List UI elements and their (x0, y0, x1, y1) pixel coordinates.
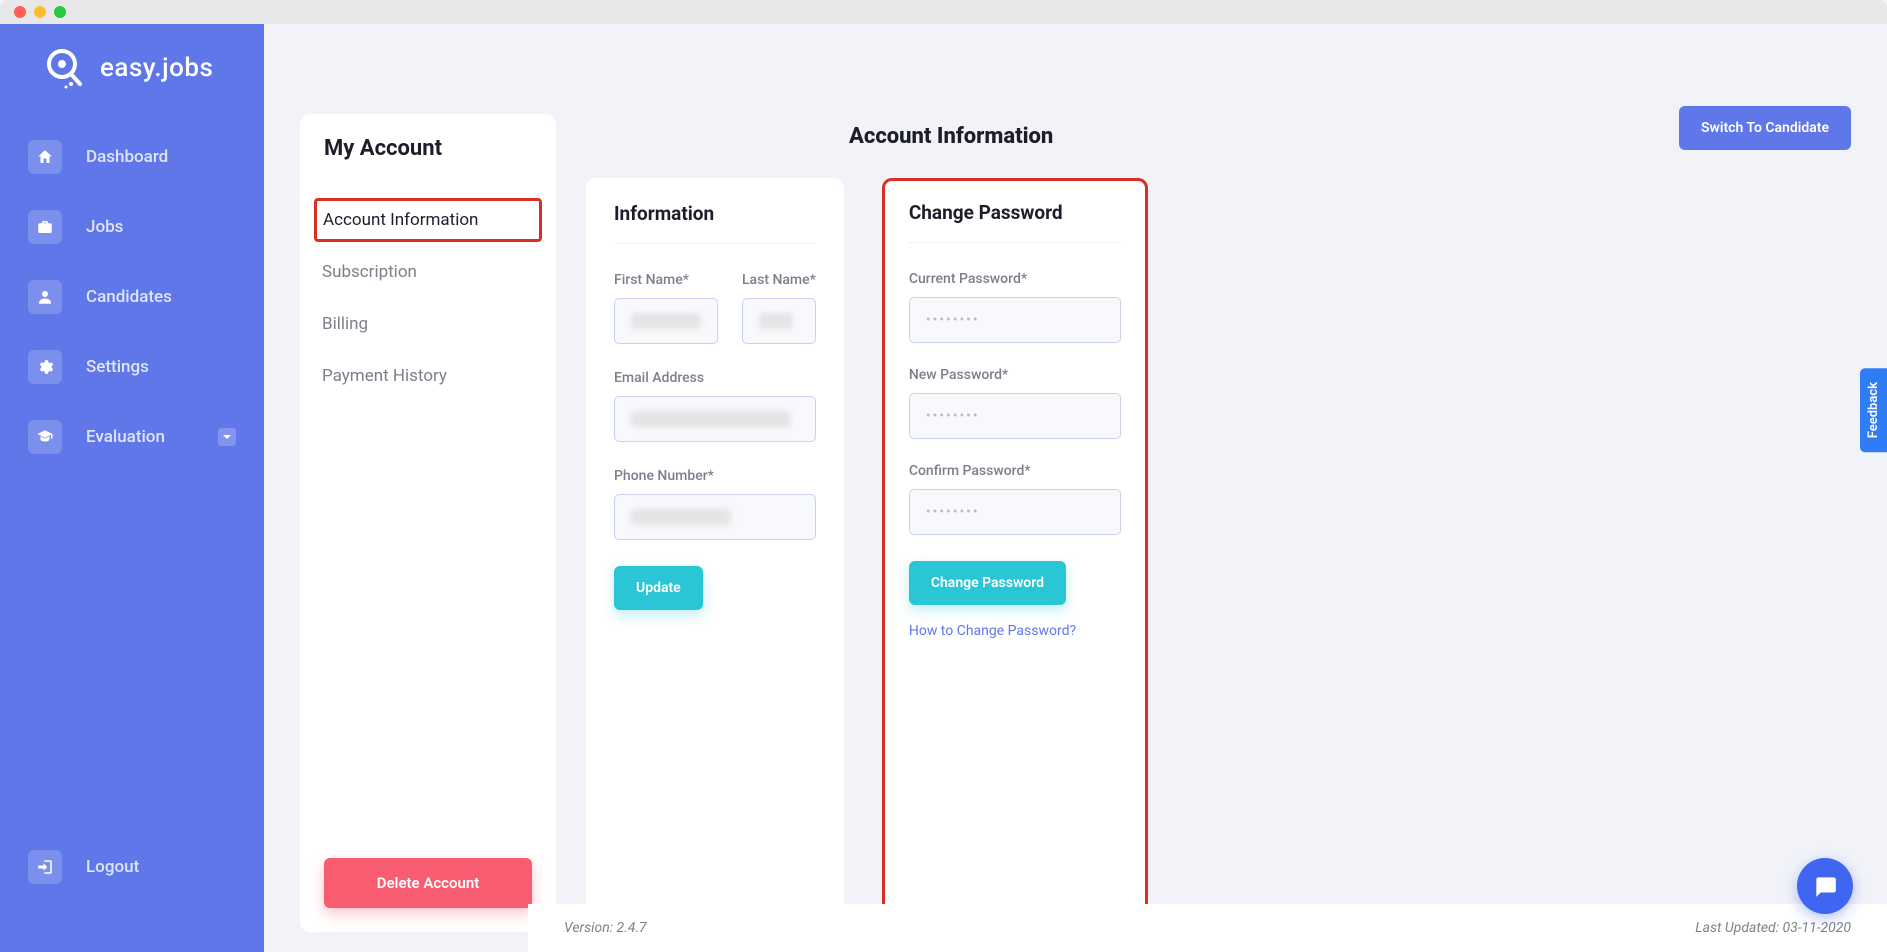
new-password-label: New Password* (909, 367, 1121, 383)
last-name-field[interactable] (742, 298, 816, 344)
how-to-change-password-link[interactable]: How to Change Password? (909, 623, 1076, 639)
first-name-field[interactable] (614, 298, 718, 344)
sidebar-item-evaluation[interactable]: Evaluation (18, 402, 246, 472)
subnav-item-billing[interactable]: Billing (314, 302, 542, 346)
sidebar-item-label: Jobs (86, 217, 123, 237)
chevron-down-icon (218, 428, 236, 446)
delete-account-button[interactable]: Delete Account (324, 858, 532, 908)
information-card: Information First Name* Last Name* (586, 178, 844, 932)
version-text: Version: 2.4.7 (564, 920, 647, 936)
current-password-field[interactable] (909, 297, 1121, 343)
sidebar-item-label: Evaluation (86, 427, 165, 447)
phone-field[interactable] (614, 494, 816, 540)
logout-icon (28, 850, 62, 884)
home-icon (28, 140, 62, 174)
logo-icon (40, 44, 88, 92)
window-close[interactable] (14, 6, 26, 18)
new-password-field[interactable] (909, 393, 1121, 439)
chat-icon (1812, 873, 1838, 899)
sidebar-item-label: Candidates (86, 287, 172, 307)
information-card-title: Information (614, 202, 816, 244)
subnav-item-subscription[interactable]: Subscription (314, 250, 542, 294)
chat-fab[interactable] (1797, 858, 1853, 914)
first-name-label: First Name* (614, 272, 718, 288)
sidebar-nav: Dashboard Jobs Candidates Settings Evalu… (0, 122, 264, 832)
subnav-item-payment-history[interactable]: Payment History (314, 354, 542, 398)
brand-text: easy.jobs (100, 53, 213, 83)
confirm-password-label: Confirm Password* (909, 463, 1121, 479)
sidebar: easy.jobs Dashboard Jobs Candidates Sett… (0, 24, 264, 952)
switch-to-candidate-button[interactable]: Switch To Candidate (1679, 106, 1851, 150)
subnav-card: My Account Account Information Subscript… (300, 114, 556, 932)
footer: Version: 2.4.7 Last Updated: 03-11-2020 (528, 904, 1887, 952)
last-name-label: Last Name* (742, 272, 816, 288)
change-password-title: Change Password (909, 201, 1121, 243)
page-title: Account Information (849, 124, 1053, 149)
sidebar-item-label: Logout (86, 857, 139, 877)
sidebar-item-label: Settings (86, 357, 149, 377)
subnav-item-account-information[interactable]: Account Information (314, 198, 542, 242)
change-password-button[interactable]: Change Password (909, 561, 1066, 605)
update-button[interactable]: Update (614, 566, 703, 610)
window-chrome (0, 0, 1887, 24)
window-minimize[interactable] (34, 6, 46, 18)
feedback-tab[interactable]: Feedback (1860, 368, 1887, 452)
email-label: Email Address (614, 370, 816, 386)
phone-label: Phone Number* (614, 468, 816, 484)
logo[interactable]: easy.jobs (0, 34, 264, 122)
email-field[interactable] (614, 396, 816, 442)
graduation-icon (28, 420, 62, 454)
briefcase-icon (28, 210, 62, 244)
window-maximize[interactable] (54, 6, 66, 18)
last-updated-text: Last Updated: 03-11-2020 (1695, 920, 1851, 936)
sidebar-item-dashboard[interactable]: Dashboard (18, 122, 246, 192)
sidebar-item-logout[interactable]: Logout (18, 832, 246, 902)
gear-icon (28, 350, 62, 384)
sidebar-item-candidates[interactable]: Candidates (18, 262, 246, 332)
main-content: Account Information Switch To Candidate … (264, 24, 1887, 952)
sidebar-item-label: Dashboard (86, 147, 168, 167)
subnav-title: My Account (300, 114, 556, 184)
current-password-label: Current Password* (909, 271, 1121, 287)
sidebar-item-settings[interactable]: Settings (18, 332, 246, 402)
change-password-card: Change Password Current Password* New Pa… (882, 178, 1148, 932)
user-icon (28, 280, 62, 314)
confirm-password-field[interactable] (909, 489, 1121, 535)
sidebar-item-jobs[interactable]: Jobs (18, 192, 246, 262)
